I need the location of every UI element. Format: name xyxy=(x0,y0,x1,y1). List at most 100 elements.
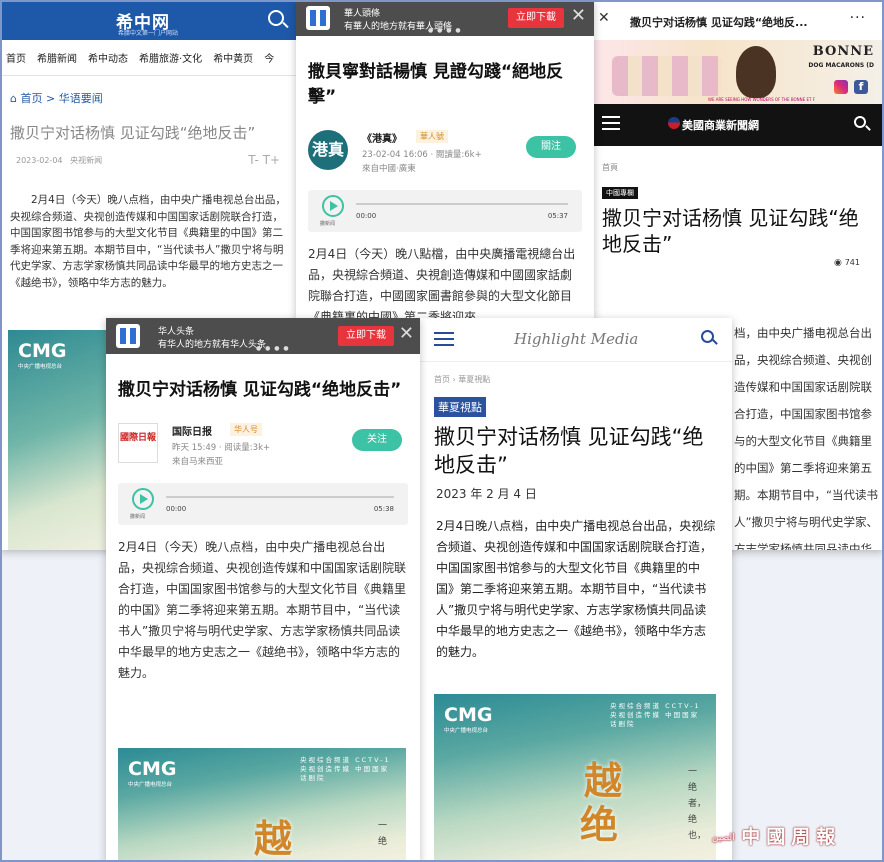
breadcrumb: ⌂ 首页 > 华语要闻 xyxy=(0,76,300,106)
author-row: 國際日報 国际日报 华人号 昨天 15:49 · 阅读量:3k+ 来自马来西亚 … xyxy=(106,419,420,483)
nav-item[interactable]: 希腊旅游·文化 xyxy=(139,50,202,65)
app-slogan: 有华人的地方就有华人头条 xyxy=(158,340,267,350)
author-tag: 華人號 xyxy=(416,130,448,143)
article-title: 撒貝寧對話楊慎 見證勾踐“絕地反擊” xyxy=(308,62,564,107)
font-size-buttons[interactable]: T- T+ xyxy=(248,153,280,167)
article-meta: 2023-02-04 央视新闻 T- T+ xyxy=(0,143,300,167)
audio-label: 撒新闻 xyxy=(130,514,146,520)
ad-dog-image xyxy=(736,46,776,98)
search-icon[interactable] xyxy=(268,10,284,26)
article-title: 撒贝宁对话杨慎 见证勾践“绝地反击” xyxy=(602,206,859,256)
close-icon[interactable]: ✕ xyxy=(598,10,610,26)
eye-icon: ◉ xyxy=(834,258,845,268)
article-title: 撒贝宁对话杨慎 见证勾践“绝地反击” xyxy=(118,380,402,400)
carousel-dots: ● ● ● ● xyxy=(428,27,462,34)
view-count: ◉ 741 xyxy=(834,258,860,268)
menu-icon[interactable] xyxy=(434,332,454,346)
article-poster: CMG 中央广播电视总台 央视综合频道 CCTV-1 央视创造传媒 中国国家话剧… xyxy=(434,694,716,862)
site-logo-subtitle: 希腊中文第一门户网站 xyxy=(118,30,179,37)
article-source: 央视新闻 xyxy=(70,156,103,165)
app-icon xyxy=(116,324,140,348)
article-body: 2月4日晚八点档，由中央广播电视总台出品，央视综合频道、央视创造传媒和中国国家话… xyxy=(436,519,716,659)
audio-progress-track[interactable] xyxy=(166,496,394,498)
author-row: 港真 《港真》 華人號 23-02-04 16:06 · 閱讀量:6k+ 來自中… xyxy=(296,126,594,190)
more-icon[interactable]: ··· xyxy=(850,10,866,26)
article-title: 撒贝宁对话杨慎 见证勾践“绝地反击” xyxy=(10,124,256,142)
audio-progress-track[interactable] xyxy=(356,203,568,205)
search-icon[interactable] xyxy=(854,116,866,128)
site-logo[interactable]: Highlight Media xyxy=(514,330,638,348)
nav-item[interactable]: 希腊新闻 xyxy=(37,50,77,65)
nav-item[interactable]: 今 xyxy=(264,50,274,65)
section-badge[interactable]: 華夏視點 xyxy=(434,397,486,417)
article-poster: CMG 中央广播电视总台 央视综合频道 CCTV-1 央视创造传媒 中国国家话剧… xyxy=(118,748,406,862)
follow-button[interactable]: 關注 xyxy=(526,136,576,158)
article-date: 2023-02-04 xyxy=(16,156,63,165)
watermark-text: 中國周報 xyxy=(741,826,842,848)
browser-topbar: ✕ 撒贝宁对话杨慎 见证勾践“绝地反... ··· xyxy=(588,0,884,40)
window-title: 撒贝宁对话杨慎 见证勾践“绝地反... xyxy=(630,16,808,29)
download-button[interactable]: 立即下载 xyxy=(338,326,394,346)
author-tag: 华人号 xyxy=(230,423,262,436)
author-name[interactable]: 国际日报 xyxy=(172,423,212,438)
ad-product-image xyxy=(612,56,722,96)
ad-brand: BONNE xyxy=(812,44,874,59)
breadcrumb[interactable]: 首頁 xyxy=(588,146,884,173)
site-logo[interactable]: 美國商業新聞網 xyxy=(682,117,759,133)
audio-current-time: 00:00 xyxy=(166,505,187,513)
nav-item[interactable]: 希中黄页 xyxy=(213,50,253,65)
article-body: 2月4日（今天）晚八点档，由中央广播电视总台出品，央视综合频道、央视创造传媒和中… xyxy=(118,540,407,680)
poster-vertical-text: 一绝 xyxy=(378,821,388,847)
audio-current-time: 00:00 xyxy=(356,212,377,220)
search-icon[interactable] xyxy=(701,330,714,343)
nav-item[interactable]: 希中动态 xyxy=(88,50,128,65)
article-poster: CMG 中央广播电视总台 xyxy=(8,330,108,550)
article-location: 来自马来西亚 xyxy=(172,457,224,467)
avatar[interactable]: 港真 xyxy=(308,130,348,170)
avatar[interactable]: 國際日報 xyxy=(118,423,158,463)
app-icon xyxy=(306,6,330,30)
audio-duration: 05:38 xyxy=(373,505,394,513)
cmg-logo-subtitle: 中央广播电视总台 xyxy=(18,364,63,370)
cmg-logo: CMG xyxy=(128,758,177,780)
poster-channel-text: 央视综合频道 CCTV-1 央视创造传媒 中国国家话剧院 xyxy=(610,702,701,728)
breadcrumb-text[interactable]: 首页 > 华语要闻 xyxy=(20,92,102,105)
poster-channel-text: 央视综合频道 CCTV-1 央视创造传媒 中国国家话剧院 xyxy=(300,756,391,782)
article-date: 2023 年 2 月 4 日 xyxy=(436,487,537,501)
download-button[interactable]: 立即下載 xyxy=(508,8,564,28)
menu-icon[interactable] xyxy=(602,116,620,130)
watermark-prefix: الصين xyxy=(712,833,735,843)
cmg-logo-subtitle: 中央广播电视总台 xyxy=(128,782,173,788)
ad-banner[interactable]: BONNE DOG MACARONS (D WE ARE SEEING HOW … xyxy=(588,40,884,104)
poster-calligraphy: 越 xyxy=(254,816,293,861)
cmg-logo: CMG xyxy=(18,340,67,362)
ad-tagline: WE ARE SEEING HOW WONDERS OF THE BONNE E… xyxy=(708,97,815,102)
view-count-value: 741 xyxy=(844,258,860,267)
app-banner: 华人头条 有华人的地方就有华人头条 ● ● ● ● 立即下载 ✕ xyxy=(106,318,420,354)
audio-player: 撒新闻 00:00 05:37 xyxy=(308,190,582,232)
play-icon[interactable] xyxy=(132,488,154,510)
panel-huaren-simplified: 华人头条 有华人的地方就有华人头条 ● ● ● ● 立即下载 ✕ 撒贝宁对话杨慎… xyxy=(106,318,420,862)
breadcrumb[interactable]: 首页 › 華夏視點 xyxy=(420,362,732,385)
author-name[interactable]: 《港真》 xyxy=(362,130,402,145)
audio-duration: 05:37 xyxy=(547,212,568,220)
nav-item[interactable]: 首页 xyxy=(6,50,26,65)
play-icon[interactable] xyxy=(322,195,344,217)
close-icon[interactable]: ✕ xyxy=(571,5,586,27)
site-header: 美國商業新聞網 xyxy=(588,104,884,146)
article-body: 2月4日（今天）晚八點檔，由中央廣播電視總台出品，央視綜合頻道、央視創造傳媒和中… xyxy=(308,247,576,320)
facebook-icon[interactable]: f xyxy=(854,80,868,94)
category-badge[interactable]: 中國專欄 xyxy=(602,187,638,199)
follow-button[interactable]: 关注 xyxy=(352,429,402,451)
audio-player: 撒新闻 00:00 05:38 xyxy=(118,483,408,525)
ad-subtitle: DOG MACARONS (D xyxy=(808,62,874,69)
flag-icon xyxy=(668,117,680,129)
panel-huaren-traditional: 華人頭條 有華人的地方就有華人頭條 ● ● ● ● 立即下載 ✕ 撒貝寧對話楊慎… xyxy=(296,0,594,320)
article-body: 2月4日（今天）晚八点档，由中央广播电视总台出品，央视综合频道、央视创造传媒和中… xyxy=(10,194,286,289)
cmg-logo-subtitle: 中央广播电视总台 xyxy=(444,728,489,734)
app-banner: 華人頭條 有華人的地方就有華人頭條 ● ● ● ● 立即下載 ✕ xyxy=(296,0,594,36)
instagram-icon[interactable] xyxy=(834,80,848,94)
close-icon[interactable]: ✕ xyxy=(399,323,414,345)
article-body: 档，由中央广播电视总台出品，央视综合频道、央视创造传媒和中国国家话剧院联合打造，… xyxy=(734,326,878,550)
home-icon[interactable]: ⌂ xyxy=(10,92,20,105)
